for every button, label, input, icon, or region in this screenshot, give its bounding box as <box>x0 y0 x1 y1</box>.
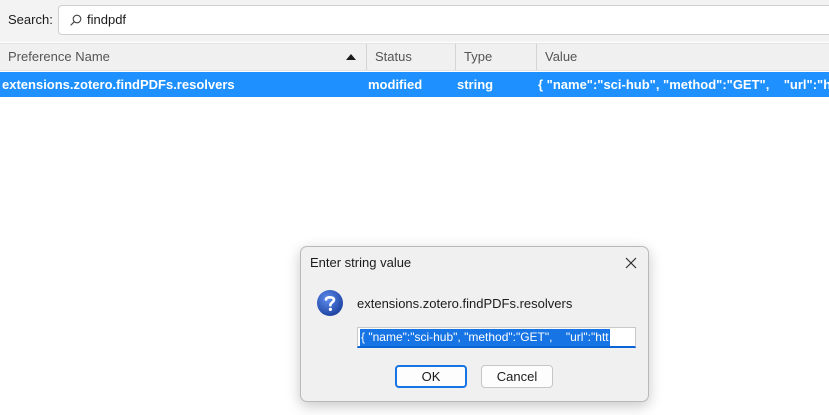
row-preference-name: extensions.zotero.findPDFs.resolvers <box>2 77 235 92</box>
column-header-type[interactable]: Type <box>455 44 536 70</box>
table-row[interactable]: extensions.zotero.findPDFs.resolvers mod… <box>0 72 829 97</box>
preferences-table-header: Preference Name Status Type Value <box>0 43 829 71</box>
column-header-status[interactable]: Status <box>366 44 455 70</box>
search-input[interactable]: findpdf <box>58 5 829 35</box>
column-header-label: Type <box>464 49 493 64</box>
selected-input-text: { "name":"sci-hub", "method":"GET", "url… <box>360 329 610 346</box>
search-label: Search: <box>8 12 53 27</box>
question-icon <box>317 290 343 316</box>
close-icon[interactable] <box>620 252 642 274</box>
string-value-input[interactable]: { "name":"sci-hub", "method":"GET", "url… <box>357 327 636 348</box>
row-status: modified <box>368 77 423 92</box>
column-header-label: Value <box>545 49 578 64</box>
column-header-value[interactable]: Value <box>536 44 829 70</box>
row-type: string <box>457 77 494 92</box>
column-header-label: Status <box>375 49 412 64</box>
row-value: { "name":"sci-hub", "method":"GET", "url… <box>538 77 829 92</box>
dialog-message: extensions.zotero.findPDFs.resolvers <box>357 296 573 311</box>
column-header-label: Preference Name <box>8 49 110 64</box>
dialog-title: Enter string value <box>310 255 412 270</box>
search-bar: Search: findpdf <box>0 0 829 42</box>
sort-ascending-icon <box>346 54 356 60</box>
cancel-button[interactable]: Cancel <box>481 365 553 388</box>
search-value: findpdf <box>87 12 127 27</box>
column-header-preference-name[interactable]: Preference Name <box>0 44 366 70</box>
enter-string-value-dialog: Enter string value extensions.zotero.fin… <box>300 246 649 402</box>
search-icon <box>70 14 82 26</box>
ok-button[interactable]: OK <box>395 365 467 388</box>
